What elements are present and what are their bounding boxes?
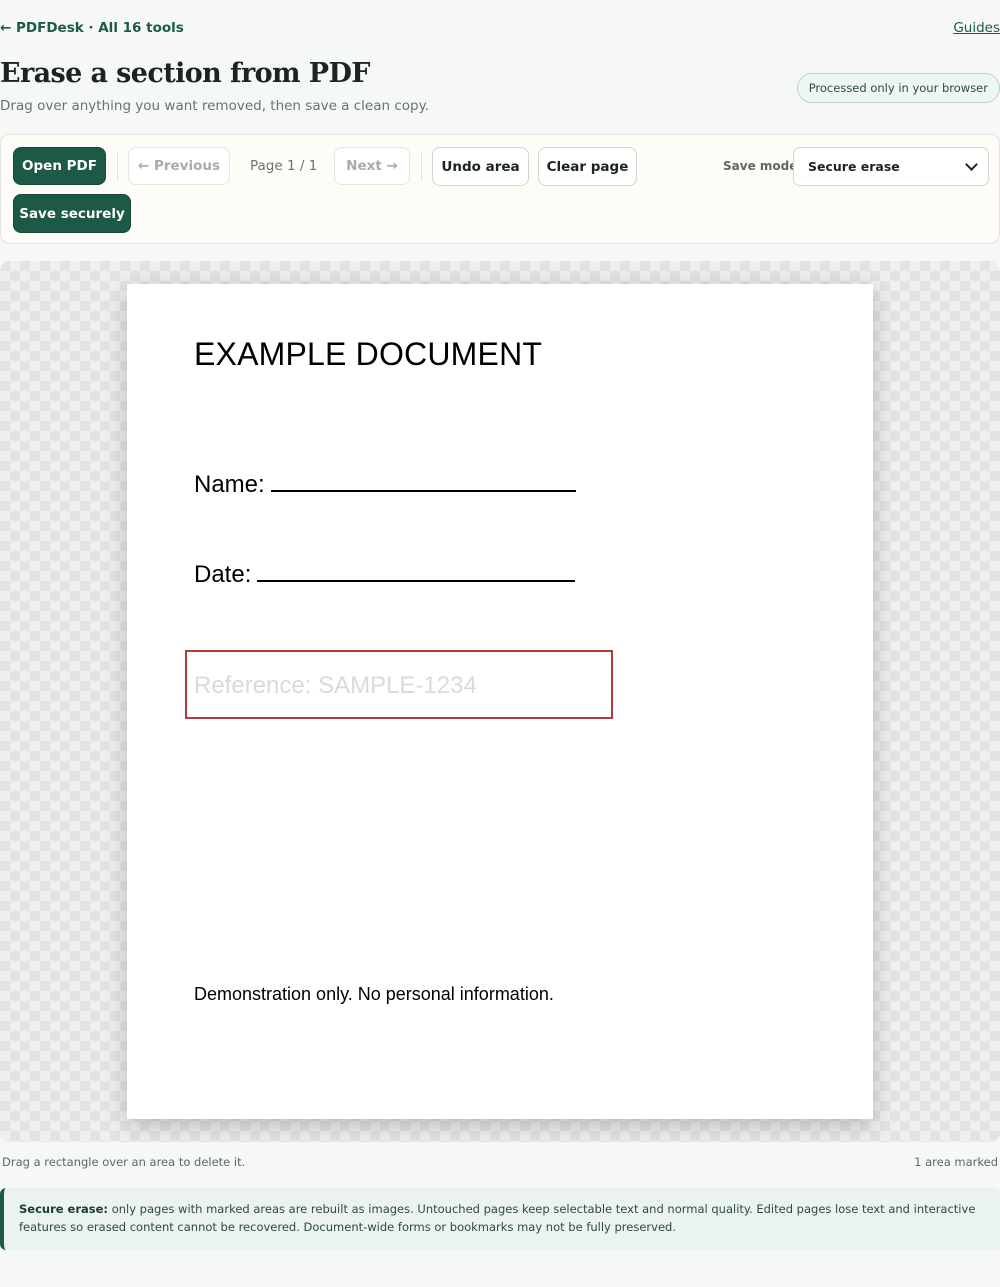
date-underline [257,560,576,582]
next-page-button[interactable]: Next → [334,147,410,185]
clear-page-button[interactable]: Clear page [538,147,637,186]
open-pdf-button[interactable]: Open PDF [13,147,106,185]
pdf-canvas-area[interactable]: EXAMPLE DOCUMENT Name: Date: Reference: … [0,261,1000,1142]
top-bar: ← PDFDesk · All 16 tools Guides [0,20,1000,42]
document-title: EXAMPLE DOCUMENT [194,336,543,372]
save-mode-label: Save mode [723,159,798,173]
drag-hint: Drag a rectangle over an area to delete … [2,1155,246,1169]
back-to-tools-link[interactable]: ← PDFDesk · All 16 tools [0,20,184,36]
save-mode-select[interactable]: Secure erase [793,147,989,186]
name-underline [270,470,576,492]
page-subtitle: Drag over anything you want removed, the… [0,98,429,114]
notice-body: only pages with marked areas are rebuilt… [19,1202,976,1234]
guides-link[interactable]: Guides [953,20,1000,36]
notice-heading: Secure erase: [19,1202,109,1216]
undo-area-button[interactable]: Undo area [432,147,529,186]
document-footer: Demonstration only. No personal informat… [194,984,554,1004]
secure-erase-notice: Secure erase: only pages with marked are… [0,1188,1000,1250]
save-securely-button[interactable]: Save securely [13,194,131,233]
document-date-field: Date: [194,560,576,589]
document-name-field: Name: [194,470,576,499]
name-label: Name: [194,471,265,498]
toolbar-divider [117,153,118,181]
marked-area-count: 1 area marked [914,1155,998,1169]
date-label: Date: [194,561,252,588]
privacy-badge: Processed only in your browser [796,73,1000,103]
page-indicator: Page 1 / 1 [250,158,318,174]
page-title: Erase a section from PDF [0,58,370,89]
save-mode-value: Secure erase [808,159,900,174]
toolbar-divider [421,153,422,181]
pdf-page[interactable]: EXAMPLE DOCUMENT Name: Date: Reference: … [127,284,873,1119]
chevron-down-icon [965,158,978,171]
erase-selection-rectangle[interactable] [185,650,613,719]
previous-page-button[interactable]: ← Previous [128,147,230,185]
toolbar: Open PDF ← Previous Page 1 / 1 Next → Un… [0,134,1000,244]
